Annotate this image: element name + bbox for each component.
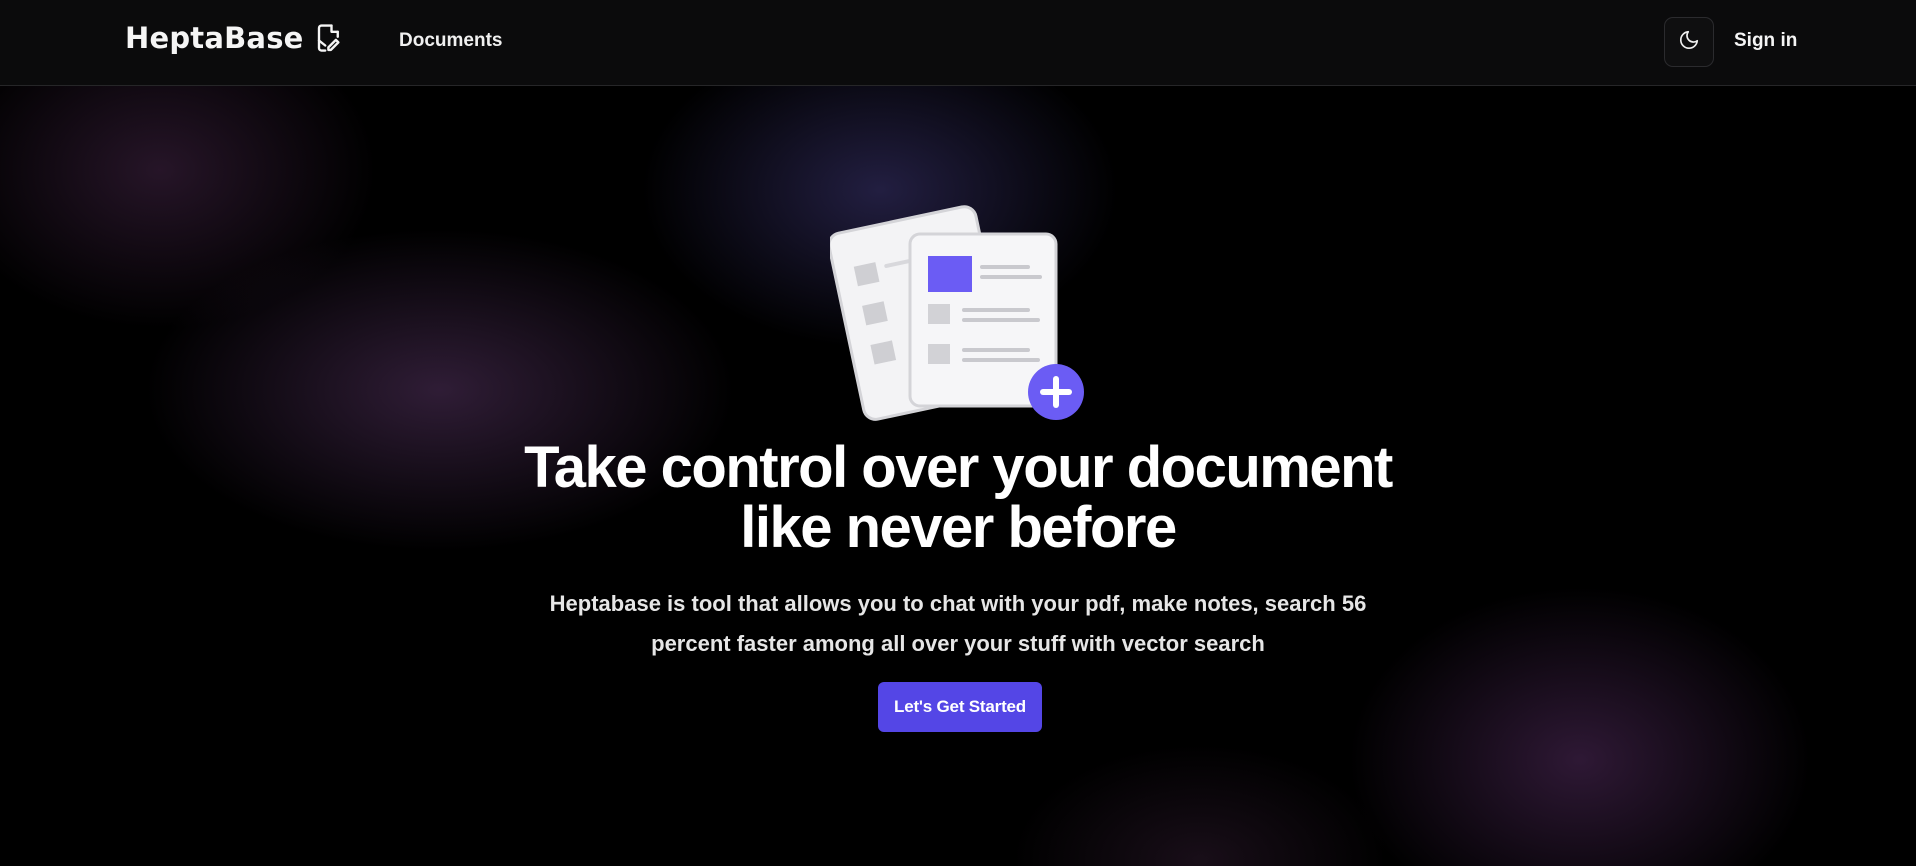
background-glow	[0, 0, 1916, 866]
hero-subtitle: Heptabase is tool that allows you to cha…	[518, 584, 1398, 664]
sign-in-button[interactable]: Sign in	[1734, 30, 1797, 52]
hero-headline: Take control over your document like nev…	[458, 438, 1458, 558]
hero-subtitle-line1: Heptabase is tool that allows you to cha…	[549, 591, 1367, 616]
get-started-button[interactable]: Let's Get Started	[878, 682, 1042, 732]
top-navbar: HeptaBase Documents Sign in	[0, 0, 1916, 86]
brand-name: HeptaBase	[125, 21, 304, 55]
hero-headline-line1: Take control over your document	[524, 435, 1393, 500]
document-edit-icon	[314, 22, 344, 54]
nav-link-documents[interactable]: Documents	[399, 30, 502, 52]
moon-icon	[1678, 29, 1700, 56]
hero-headline-line2: like never before	[740, 495, 1177, 560]
hero-subtitle-line2: percent faster among all over your stuff…	[651, 631, 1265, 656]
landing-page: HeptaBase Documents Sign in Take control…	[0, 0, 1916, 866]
theme-toggle-button[interactable]	[1664, 17, 1714, 67]
brand-logo[interactable]: HeptaBase	[125, 21, 344, 55]
documents-add-icon	[827, 190, 1090, 430]
